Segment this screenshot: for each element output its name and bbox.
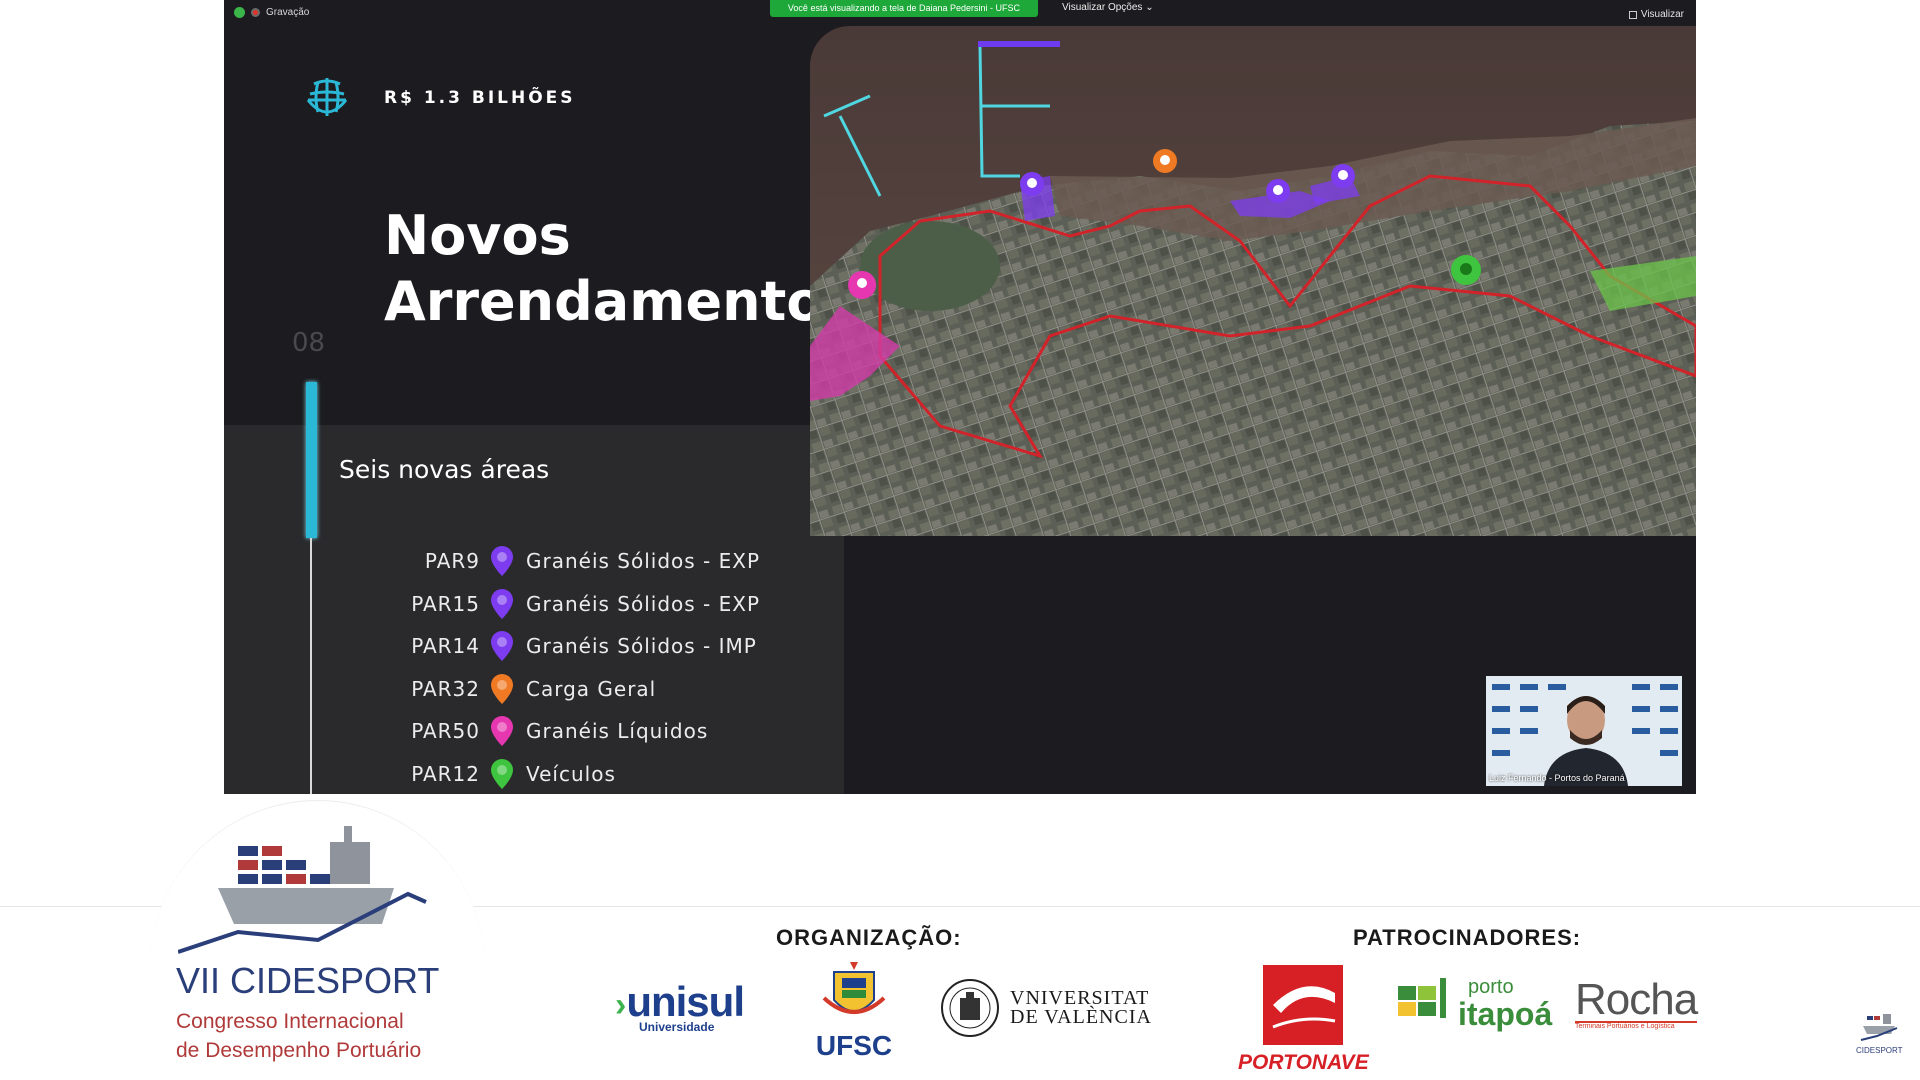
area-row: PAR32 Carga Geral [374,668,844,711]
map-pin-par32 [1153,149,1177,173]
ufsc-logo: UFSC [814,960,894,1062]
unisul-wordmark: unisul [626,978,745,1025]
presenter-name: Luiz Fernando - Portos do Paraná [1489,773,1625,783]
area-row: PAR9 Granéis Sólidos - EXP [374,540,844,583]
grid-icon [1628,10,1637,19]
itapoa-logo: porto itapoá [1398,976,1552,1032]
ufsc-wordmark: UFSC [815,1030,893,1061]
area-code: PAR12 [411,761,480,786]
slide-title-line2: Arrendamentos [384,270,856,333]
view-button[interactable]: Visualizar [1628,9,1684,20]
rocha-logo: Rocha Terminais Portuários e Logística [1575,975,1698,1030]
record-icon [251,8,260,17]
organization-heading: ORGANIZAÇÃO: [776,925,962,950]
ship-icon [1861,1014,1898,1041]
map-pin-par9 [1020,172,1044,196]
area-code: PAR15 [411,591,480,616]
slide-title: Novos Arrendamentos [384,203,856,335]
conference-subtitle-line1: Congresso Internacional [176,1010,404,1033]
globe-icon [306,78,348,116]
viewing-banner: Você está visualizando a tela de Daiana … [770,0,1038,17]
unisul-subtitle: Universidade [639,1020,715,1034]
areas-list: PAR9 Granéis Sólidos - EXP PAR15 Granéis Só… [374,540,844,794]
map-pin-icon [488,630,516,662]
presenter-video[interactable]: Luiz Fernando - Portos do Paraná [1486,676,1682,786]
map-pin-icon [488,758,516,790]
presenter-image [1486,676,1682,786]
map-pin-par50 [848,271,877,299]
valencia-wordmark: VNIVERSITAT DE VALÈNCIA [1010,988,1152,1028]
valencia-seal-icon [941,979,999,1037]
conference-title: VII CIDESPORT [176,960,440,1001]
mini-logo-text: CIDESPORT [1856,1046,1903,1055]
investment-amount: R$ 1.3 BILHÕES [384,88,576,108]
slide-number: 08 [292,328,326,358]
area-code: PAR32 [411,676,480,701]
itapoa-emblem-icon [1398,978,1446,1018]
area-code: PAR14 [411,634,480,659]
map-pin-icon [488,715,516,747]
shield-icon [234,7,245,18]
chevron-right-icon: › [615,986,627,1024]
portonave-wordmark: PORTONAVE [1238,1051,1369,1074]
map-pin-icon [488,673,516,705]
area-code: PAR9 [424,549,480,574]
area-label: Granéis Sólidos - IMP [526,634,757,659]
portonave-logo: PORTONAVE [1238,965,1369,1075]
areas-subtitle: Seis novas áreas [339,455,550,484]
area-row: PAR50 Granéis Líquidos [374,710,844,753]
view-options-label: Visualizar Opções [1062,2,1143,13]
recording-indicator[interactable]: Gravação [234,7,309,18]
conference-subtitle: Congresso Internacional de Desempenho Po… [176,1007,421,1065]
timeline-line [310,538,312,794]
area-label: Granéis Sólidos - EXP [526,549,761,574]
area-label: Carga Geral [526,676,657,701]
slide-title-line1: Novos [384,204,571,267]
shared-screen: Gravação Você está visualizando a tela d… [224,0,1696,794]
accent-bar [306,382,317,538]
area-row: PAR15 Granéis Sólidos - EXP [374,583,844,626]
portonave-emblem-icon [1263,965,1344,1045]
area-code: PAR50 [411,719,480,744]
map-pin-icon [488,545,516,577]
itapoa-bottom: itapoá [1458,996,1553,1032]
map-pin-par14 [1331,164,1355,188]
view-button-label: Visualizar [1640,9,1684,20]
zoom-topbar: Gravação Você está visualizando a tela d… [224,0,1696,28]
port-map [810,26,1696,536]
conference-subtitle-line2: de Desempenho Portuário [176,1039,422,1062]
map-pin-par12 [1451,255,1481,285]
chevron-down-icon: ⌄ [1145,2,1154,13]
rocha-wordmark: Rocha [1575,975,1698,1024]
ufsc-crest-icon [822,962,886,1014]
view-options-menu[interactable]: Visualizar Opções ⌄ [1062,2,1154,13]
recording-label: Gravação [266,7,310,18]
map-pin-icon [488,588,516,620]
area-label: Granéis Líquidos [526,719,709,744]
area-row: PAR14 Granéis Sólidos - IMP [374,625,844,668]
area-label: Granéis Sólidos - EXP [526,591,761,616]
map-pin-par15 [1266,179,1290,203]
ship-logo [178,826,427,954]
area-row: PAR12 Veículos [374,753,844,795]
valencia-line2: DE VALÈNCIA [1010,1006,1152,1028]
unisul-logo: ›unisul Universidade [615,978,745,1034]
area-label: Veículos [526,761,616,786]
valencia-logo: VNIVERSITAT DE VALÈNCIA [938,978,1152,1038]
sponsors-heading: PATROCINADORES: [1353,925,1582,950]
cidesport-mini-logo: CIDESPORT [1856,1012,1903,1055]
